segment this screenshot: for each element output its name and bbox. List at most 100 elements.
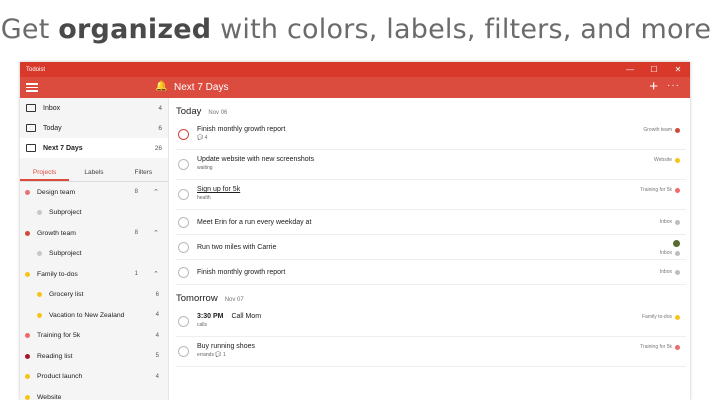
project-item[interactable]: Grocery list 6 — [20, 285, 168, 306]
tab-filters[interactable]: Filters — [119, 166, 168, 181]
project-item[interactable]: Subproject — [20, 244, 168, 265]
project-color-dot — [675, 219, 680, 225]
nav-item-inbox[interactable]: Inbox 4 — [20, 98, 168, 118]
task-project-name: Growth team — [643, 127, 672, 133]
project-item[interactable]: Training for 5k 4 — [20, 326, 168, 347]
collapse-chevron-icon[interactable]: ⌃ — [153, 270, 159, 278]
project-label: Website — [37, 393, 62, 400]
nav-item-today[interactable]: Today 6 — [20, 118, 168, 138]
project-count: 5 — [155, 353, 159, 360]
project-item[interactable]: Growth team 8 ⌃ — [20, 223, 168, 244]
nav-count: 26 — [154, 144, 162, 152]
task-row[interactable]: Finish monthly growth report 💬 4 Growth te… — [176, 120, 686, 150]
task-project: Inbox — [660, 269, 680, 275]
section-date: Nov 06 — [208, 110, 228, 116]
headline-bold: organized — [58, 14, 212, 45]
nav-item-next-7-days[interactable]: Next 7 Days 26 — [20, 138, 168, 158]
task-project: Growth team — [643, 127, 680, 133]
project-color-dot — [25, 189, 30, 195]
task-row[interactable]: Update website with new screenshots waiti… — [176, 150, 686, 180]
complete-checkbox[interactable] — [178, 242, 189, 253]
sidebar-tabs: Projects Labels Filters — [20, 166, 168, 182]
view-title: Next 7 Days — [174, 82, 229, 93]
task-name: Sign up for 5k — [197, 186, 240, 193]
task-project: Training for 5k — [640, 187, 680, 193]
project-item[interactable]: Design team 8 ⌃ — [20, 182, 168, 203]
task-title: Buy running shoes — [197, 343, 255, 350]
task-name: Finish monthly growth report — [197, 126, 285, 133]
complete-checkbox[interactable] — [178, 267, 189, 278]
task-title: Finish monthly growth report — [197, 269, 286, 276]
section-header: Today Nov 06 — [170, 98, 690, 120]
inbox-icon — [26, 104, 36, 112]
complete-checkbox[interactable] — [178, 217, 189, 228]
headline-pre: Get — [0, 14, 59, 45]
project-color-dot — [37, 251, 42, 257]
project-color-dot — [675, 344, 680, 350]
project-list: Design team 8 ⌃ Subproject Growth team 8 ⌃ Subp… — [20, 182, 168, 400]
project-count: 1 — [134, 271, 138, 278]
collapse-chevron-icon[interactable]: ⌃ — [153, 229, 159, 237]
section-header: Tomorrow Nov 07 — [170, 285, 690, 307]
task-name: Buy running shoes — [197, 343, 255, 350]
project-item[interactable]: Product launch 4 — [20, 367, 168, 388]
hamburger-menu-icon[interactable] — [26, 81, 38, 93]
task-row[interactable]: Buy running shoes errands 💬 1 Training for… — [176, 337, 686, 367]
project-item[interactable]: Vacation to New Zealand 4 — [20, 305, 168, 326]
complete-checkbox[interactable] — [178, 346, 189, 357]
task-label: calls — [197, 322, 208, 328]
task-row[interactable]: Finish monthly growth report Inbox — [176, 260, 686, 285]
project-color-dot — [675, 157, 680, 163]
project-item[interactable]: Website — [20, 387, 168, 400]
marketing-headline: Get organized with colors, labels, filte… — [0, 14, 712, 45]
nav-count: 4 — [158, 104, 162, 112]
project-color-dot — [25, 394, 30, 400]
title-bar: Todoist — ☐ ✕ — [20, 62, 690, 77]
task-project-name: Training for 5k — [640, 187, 672, 193]
task-name: Finish monthly growth report — [197, 269, 285, 276]
complete-checkbox[interactable] — [178, 129, 189, 140]
bell-icon[interactable]: 🔔 — [155, 81, 167, 92]
headline-post: with colors, labels, filters, and more — [211, 14, 712, 45]
project-item[interactable]: Reading list 5 — [20, 346, 168, 367]
sidebar: Inbox 4 Today 6 Next 7 Days 26 Projects … — [20, 98, 169, 400]
close-icon[interactable]: ✕ — [666, 62, 690, 77]
task-project: Website — [654, 157, 680, 163]
task-project: Inbox — [660, 219, 680, 225]
tab-projects[interactable]: Projects — [20, 166, 70, 181]
task-project-name: Inbox — [659, 219, 672, 225]
minimize-icon[interactable]: — — [618, 62, 642, 77]
project-color-dot — [675, 314, 680, 320]
project-label: Growth team — [37, 229, 76, 237]
assignee-avatar — [673, 240, 680, 247]
complete-checkbox[interactable] — [178, 316, 189, 327]
collapse-chevron-icon[interactable]: ⌃ — [153, 188, 159, 196]
task-project-name: Inbox — [659, 269, 672, 275]
add-task-icon[interactable]: + — [649, 78, 658, 95]
task-row[interactable]: 3:30 PM Call Mom calls Family to-dos — [176, 307, 686, 337]
task-title: Finish monthly growth report — [197, 126, 286, 133]
complete-checkbox[interactable] — [178, 189, 189, 200]
project-item[interactable]: Family to-dos 1 ⌃ — [20, 264, 168, 285]
task-row[interactable]: Sign up for 5k health Training for 5k — [176, 180, 686, 210]
task-row[interactable]: Meet Erin for a run every weekday at Inbo… — [176, 210, 686, 235]
maximize-icon[interactable]: ☐ — [642, 62, 666, 77]
section-date: Nov 07 — [224, 297, 244, 303]
more-options-icon[interactable]: ··· — [667, 80, 680, 91]
tab-labels[interactable]: Labels — [69, 166, 118, 181]
complete-checkbox[interactable] — [178, 159, 189, 170]
calendar-week-icon — [26, 144, 36, 152]
project-color-dot — [25, 230, 30, 236]
project-label: Grocery list — [49, 291, 84, 299]
project-count: 4 — [155, 373, 159, 380]
task-title: Meet Erin for a run every weekday at — [197, 219, 312, 226]
task-title: Update website with new screenshots — [197, 156, 315, 163]
project-color-dot — [675, 250, 680, 256]
project-item[interactable]: Subproject — [20, 203, 168, 224]
project-color-dot — [675, 187, 680, 193]
task-row[interactable]: Run two miles with Carrie Inbox — [176, 235, 686, 260]
project-label: Subproject — [49, 209, 82, 217]
section-title: Today — [176, 106, 202, 117]
nav-label: Next 7 Days — [43, 144, 83, 152]
project-color-dot — [25, 333, 30, 339]
